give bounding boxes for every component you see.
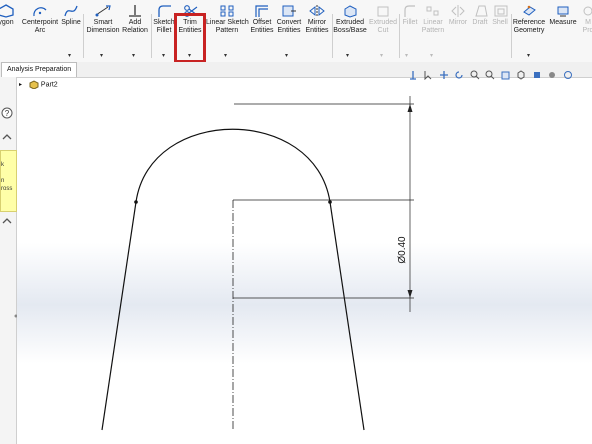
sketch-point[interactable] bbox=[134, 200, 138, 204]
sketch-line-right[interactable] bbox=[329, 201, 365, 431]
sketch-point[interactable] bbox=[328, 200, 332, 204]
sketch-arc[interactable] bbox=[135, 128, 331, 203]
sketch-geometry: Ø0.40 bbox=[101, 96, 414, 431]
dimension-arrow-icon bbox=[407, 104, 413, 112]
dimension-arrow-icon bbox=[407, 290, 413, 298]
sketch-line-left[interactable] bbox=[101, 201, 137, 431]
diameter-dimension[interactable]: Ø0.40 bbox=[397, 236, 408, 264]
